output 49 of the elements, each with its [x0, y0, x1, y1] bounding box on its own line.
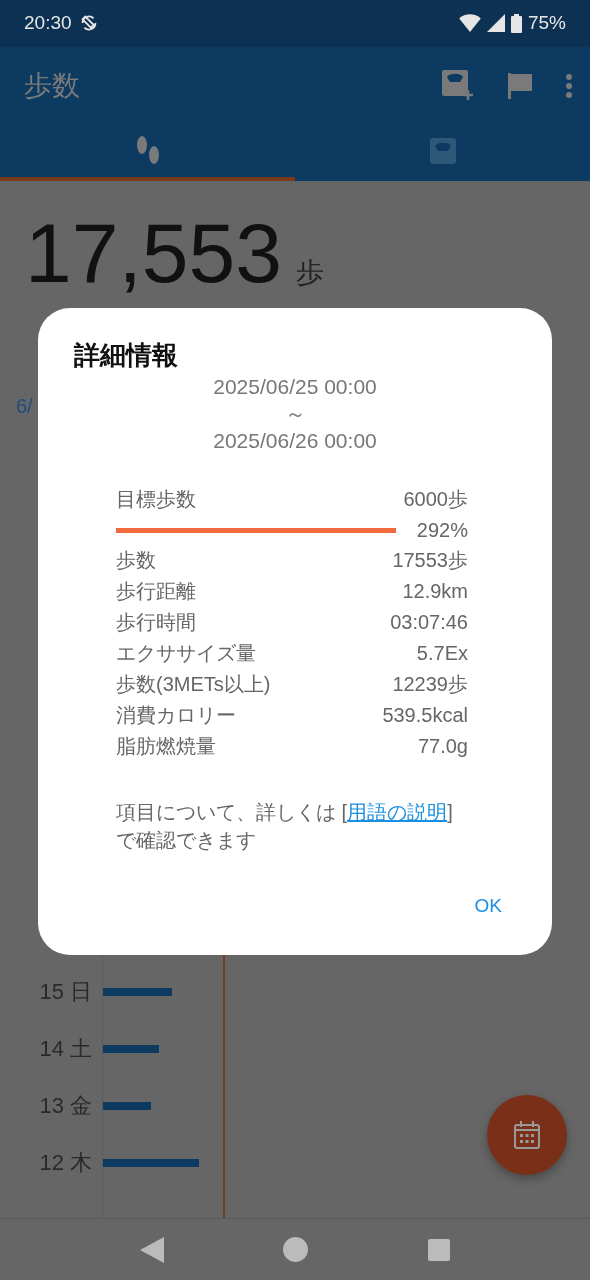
calendar-button[interactable]	[487, 1095, 567, 1175]
step-bar	[102, 1102, 151, 1111]
step-unit: 歩	[295, 256, 324, 291]
day-label: 15 日	[38, 978, 93, 1007]
calendar-icon	[514, 1121, 540, 1149]
help-note: 項目について、詳しくは [用語の説明] で確認できます	[116, 800, 454, 853]
stat-value: 539.5kcal	[382, 703, 468, 728]
battery-icon	[510, 13, 522, 33]
stat-label: 歩行距離	[116, 579, 196, 604]
home-icon[interactable]	[283, 1237, 309, 1263]
dialog-title: 詳細情報	[74, 339, 179, 372]
signal-icon	[486, 14, 505, 33]
stat-value: 03:07:46	[390, 610, 468, 635]
range-end: 2025/06/26 00:00	[212, 428, 378, 454]
scale-plus-icon[interactable]	[442, 70, 474, 103]
day-label: 12 木	[38, 1149, 93, 1178]
stat-label: 脂肪燃焼量	[116, 734, 216, 759]
recents-icon[interactable]	[428, 1238, 451, 1261]
stat-value: 5.7Ex	[416, 641, 468, 666]
flag-icon[interactable]	[508, 73, 532, 100]
stat-value: 17553歩	[392, 548, 468, 573]
ok-button[interactable]: OK	[462, 887, 514, 925]
stat-label: 歩行時間	[116, 610, 196, 635]
back-icon[interactable]	[139, 1236, 164, 1263]
scale-icon	[429, 138, 456, 165]
day-label: 14 土	[38, 1035, 93, 1064]
stat-value: 12239歩	[392, 672, 468, 697]
stat-label: エクササイズ量	[116, 641, 256, 666]
stat-label: 目標歩数	[116, 487, 196, 512]
range-start: 2025/06/25 00:00	[212, 374, 378, 400]
stat-value: 6000歩	[403, 487, 468, 512]
date-label: 6/	[16, 395, 33, 419]
stat-value: 12.9km	[402, 579, 468, 604]
goal-percent: 292%	[416, 518, 468, 543]
clock-time: 20:30	[24, 12, 72, 35]
range-separator: ～	[283, 401, 307, 427]
step-bar	[102, 988, 172, 997]
day-label: 13 金	[38, 1092, 93, 1121]
stat-label: 歩数(3METs以上)	[116, 672, 271, 697]
stat-label: 歩数	[116, 548, 156, 573]
stat-label: 消費カロリー	[116, 703, 236, 728]
more-icon[interactable]	[566, 74, 572, 99]
step-bar	[102, 1045, 159, 1054]
step-count: 17,553	[25, 211, 282, 296]
wifi-icon	[458, 14, 481, 33]
glossary-link[interactable]: 用語の説明	[347, 801, 448, 823]
stat-value: 77.0g	[417, 734, 468, 759]
app-title: 歩数	[24, 69, 81, 104]
battery-percent: 75%	[527, 12, 566, 35]
